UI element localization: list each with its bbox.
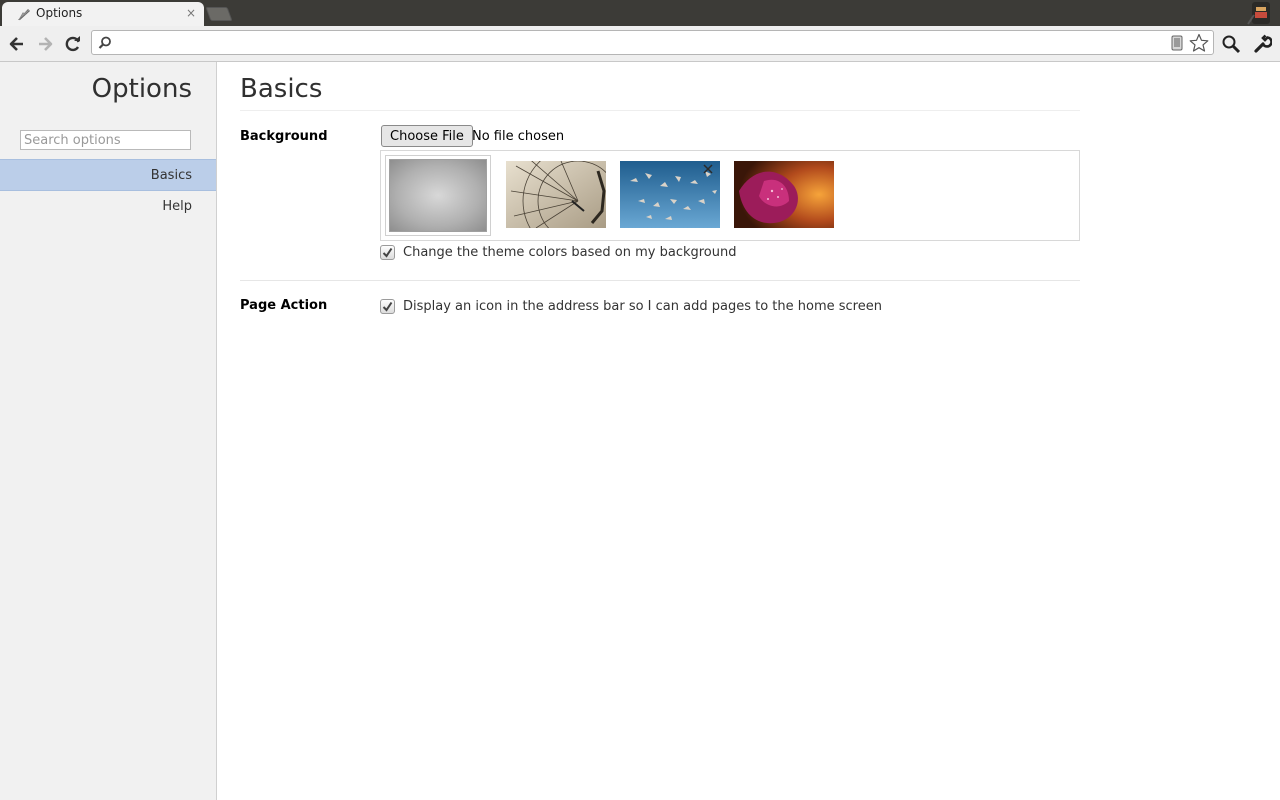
tab-options[interactable]: Options ×	[2, 2, 204, 26]
address-bar-input[interactable]	[118, 33, 1162, 54]
search-options-input[interactable]	[20, 130, 191, 150]
background-label: Background	[240, 129, 328, 144]
tab-close-icon[interactable]: ×	[186, 6, 196, 20]
sidebar-nav: Basics Help	[0, 159, 216, 223]
theme-colors-label: Change the theme colors based on my back…	[403, 245, 737, 260]
page-action-checkbox[interactable]	[380, 299, 395, 314]
tab-title: Options	[36, 6, 83, 20]
background-thumb-birds[interactable]	[620, 161, 720, 228]
omnibox[interactable]	[91, 30, 1214, 55]
bookmark-star-icon[interactable]	[1189, 33, 1209, 53]
page-action-phone-icon[interactable]	[1171, 35, 1183, 51]
section-divider	[240, 280, 1080, 281]
checkmark-icon	[382, 301, 393, 312]
background-thumb-flower[interactable]	[734, 161, 834, 228]
back-arrow-icon[interactable]	[7, 34, 27, 54]
sidebar-title: Options	[91, 74, 192, 104]
choose-file-button[interactable]: Choose File	[381, 125, 473, 147]
sidebar-item-help[interactable]: Help	[0, 191, 216, 223]
background-thumb-gray[interactable]	[385, 155, 491, 236]
background-thumbnails	[380, 150, 1080, 241]
background-thumb-ferris-wheel[interactable]	[506, 161, 606, 228]
checkmark-icon	[382, 247, 393, 258]
file-status: No file chosen	[472, 129, 565, 144]
options-sidebar: Options Basics Help	[0, 62, 217, 800]
new-tab-button[interactable]	[205, 7, 233, 21]
sidebar-item-basics[interactable]: Basics	[0, 159, 216, 191]
reload-icon[interactable]	[63, 34, 83, 54]
gray-gradient-image	[389, 159, 487, 232]
browser-toolbar	[0, 26, 1280, 62]
profile-avatar-icon[interactable]	[1246, 1, 1274, 25]
tab-strip: Options ×	[0, 0, 1280, 26]
search-icon	[98, 36, 111, 49]
wrench-icon[interactable]	[1252, 34, 1272, 54]
feather-icon	[18, 9, 30, 21]
page-title: Basics	[240, 74, 323, 104]
search-magnifier-icon[interactable]	[1221, 34, 1241, 54]
title-divider	[240, 110, 1080, 111]
page-action-checkbox-label: Display an icon in the address bar so I …	[403, 299, 882, 314]
forward-arrow-icon[interactable]	[35, 34, 55, 54]
page-action-label: Page Action	[240, 298, 328, 313]
theme-colors-checkbox[interactable]	[380, 245, 395, 260]
